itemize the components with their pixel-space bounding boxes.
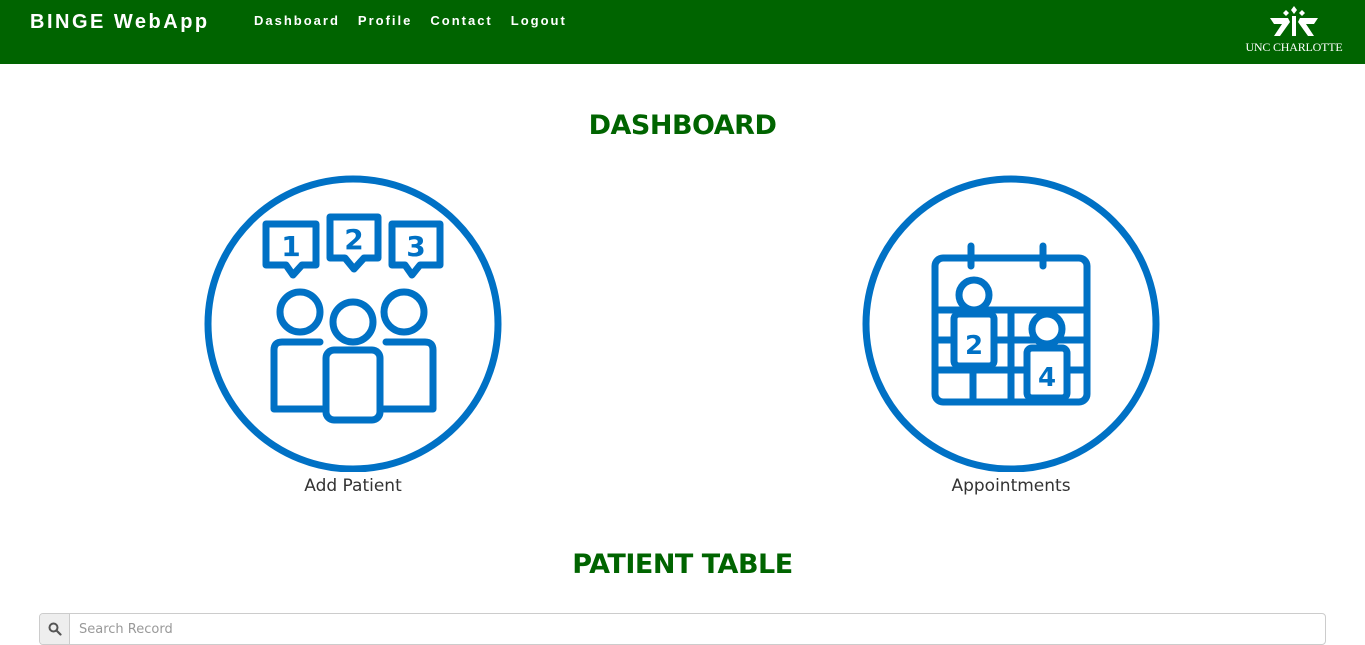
nav-link-logout[interactable]: Logout (511, 13, 567, 28)
nav-links: Dashboard Profile Contact Logout (254, 13, 585, 28)
search-icon (40, 614, 70, 644)
logo-text: UNC CHARLOTTE (1245, 40, 1343, 54)
top-navbar: BINGE WebApp Dashboard Profile Contact L… (0, 0, 1365, 64)
nav-link-profile[interactable]: Profile (358, 13, 412, 28)
search-input[interactable] (70, 614, 1325, 644)
unc-charlotte-logo: UNC CHARLOTTE (1236, 4, 1352, 56)
badge-2: 2 (344, 223, 363, 256)
add-patient-tile[interactable]: 1 2 3 Add Patient (198, 172, 508, 502)
badge-2: 2 (965, 331, 983, 361)
dashboard-title: DASHBOARD (588, 110, 777, 141)
add-patient-group-icon: 1 2 3 (204, 175, 502, 472)
appointments-tile[interactable]: 2 4 Appointments (856, 172, 1166, 502)
patient-table-title: PATIENT TABLE (572, 549, 793, 580)
add-patient-label: Add Patient (304, 476, 402, 496)
badge-3: 3 (406, 230, 425, 263)
appointments-calendar-icon: 2 4 (862, 175, 1160, 472)
appointments-label: Appointments (951, 476, 1071, 496)
nav-link-contact[interactable]: Contact (430, 13, 492, 28)
badge-1: 1 (281, 230, 300, 263)
search-group (39, 613, 1326, 645)
nav-link-dashboard[interactable]: Dashboard (254, 13, 340, 28)
badge-4: 4 (1038, 363, 1056, 393)
brand-title[interactable]: BINGE WebApp (30, 11, 210, 34)
crown-emblem-icon (1270, 6, 1318, 36)
